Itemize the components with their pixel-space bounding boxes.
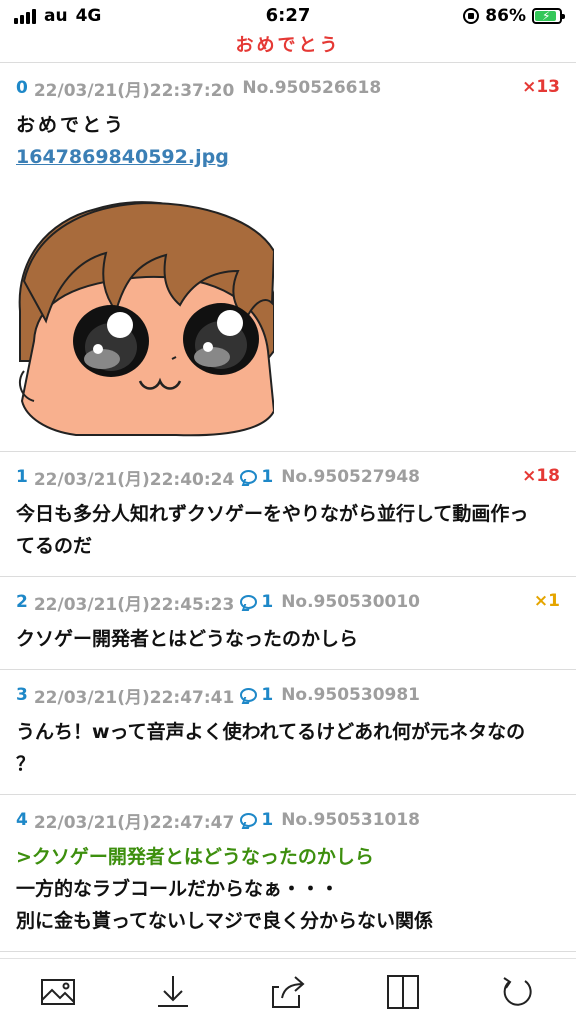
status-bar: au 4G 6:27 86% ⚡ (0, 0, 576, 30)
file-link[interactable]: 1647869840592.jpg (16, 141, 229, 173)
post-text-line: 一方的なラブコールだからなぁ・・・ (16, 878, 340, 900)
post-header: 4 22/03/21(月)22:47:47 1 No.950531018 (16, 809, 560, 833)
post-number[interactable]: 0 (16, 78, 28, 98)
battery-level: ⚡ (535, 9, 556, 23)
post-body: おめでとう 1647869840592.jpg (16, 109, 560, 173)
post-3[interactable]: 3 22/03/21(月)22:47:41 1 No.950530981 うんち… (0, 670, 576, 795)
image-icon (40, 978, 75, 1005)
cartoon-face-image[interactable] (16, 191, 274, 437)
post-number[interactable]: 2 (16, 592, 28, 612)
battery-charging-icon: ⚡ (532, 8, 565, 24)
post-text-line: クソゲー開発者とはどうなったのかしら (16, 628, 359, 650)
reply-bubble-icon[interactable] (240, 470, 258, 484)
reload-icon (503, 976, 533, 1006)
split-view-icon (387, 974, 420, 1009)
reply-count[interactable]: 1 (261, 592, 273, 612)
post-text-line: うんち！wって音声よく使われてるけどあれ何が元ネタなの (16, 721, 526, 743)
thread-list[interactable]: 0 22/03/21(月)22:37:20 No.950526618 ×13 お… (0, 62, 576, 958)
post-number[interactable]: 1 (16, 467, 28, 487)
download-icon (157, 975, 188, 1007)
likes-count[interactable]: ×13 (522, 77, 560, 97)
post-datetime: 22/03/21(月)22:37:20 (33, 80, 235, 101)
split-view-button[interactable] (346, 959, 461, 1024)
post-header: 2 22/03/21(月)22:45:23 1 No.950530010 ×1 (16, 591, 560, 615)
post-header: 3 22/03/21(月)22:47:41 1 No.950530981 (16, 684, 560, 708)
post-header: 1 22/03/21(月)22:40:24 1 No.950527948 ×18 (16, 466, 560, 490)
battery-percent: 86% (485, 6, 526, 26)
post-1[interactable]: 1 22/03/21(月)22:40:24 1 No.950527948 ×18… (0, 452, 576, 577)
reply-count[interactable]: 1 (261, 810, 273, 830)
post-datetime: 22/03/21(月)22:40:24 (33, 469, 235, 490)
reply-bubble-icon[interactable] (240, 813, 258, 827)
share-icon (272, 975, 305, 1008)
likes-count[interactable]: ×1 (534, 591, 560, 611)
likes-count[interactable]: ×18 (522, 466, 560, 486)
post-id[interactable]: No.950526618 (242, 78, 381, 98)
post-header: 0 22/03/21(月)22:37:20 No.950526618 ×13 (16, 77, 560, 101)
post-datetime: 22/03/21(月)22:47:41 (33, 687, 235, 708)
orientation-lock-icon (463, 8, 480, 24)
reply-count[interactable]: 1 (261, 685, 273, 705)
reload-button[interactable] (461, 959, 576, 1024)
status-right: 86% ⚡ (463, 6, 565, 26)
bottom-toolbar (0, 958, 576, 1024)
post-text-line: おめでとう (16, 114, 127, 136)
share-button[interactable] (230, 959, 345, 1024)
reply-bubble-icon[interactable] (240, 595, 258, 609)
post-body: 今日も多分人知れずクソゲーをやりながら並行して動画作っ てるのだ (16, 498, 560, 562)
post-body: >クソゲー開発者とはどうなったのかしら 一方的なラブコールだからなぁ・・・ 別に… (16, 841, 560, 937)
post-id[interactable]: No.950530981 (281, 685, 420, 705)
post-id[interactable]: No.950530010 (281, 592, 420, 612)
post-0[interactable]: 0 22/03/21(月)22:37:20 No.950526618 ×13 お… (0, 63, 576, 452)
thread-title: おめでとう (235, 35, 341, 56)
reply-count[interactable]: 1 (261, 467, 273, 487)
image-button[interactable] (0, 959, 115, 1024)
post-datetime: 22/03/21(月)22:45:23 (33, 594, 235, 615)
post-id[interactable]: No.950531018 (281, 810, 420, 830)
download-button[interactable] (115, 959, 230, 1024)
post-text-line: てるのだ (16, 535, 93, 557)
quote-line[interactable]: >クソゲー開発者とはどうなったのかしら (16, 841, 560, 873)
post-body: うんち！wって音声よく使われてるけどあれ何が元ネタなの ？ (16, 716, 560, 780)
post-number[interactable]: 4 (16, 810, 28, 830)
post-text-line: ？ (16, 753, 36, 775)
post-number[interactable]: 3 (16, 685, 28, 705)
post-text-line: 今日も多分人知れずクソゲーをやりながら並行して動画作っ (16, 503, 529, 525)
post-2[interactable]: 2 22/03/21(月)22:45:23 1 No.950530010 ×1 … (0, 577, 576, 670)
post-text-line: 別に金も貰ってないしマジで良く分からない関係 (16, 910, 434, 932)
post-datetime: 22/03/21(月)22:47:47 (33, 812, 235, 833)
post-id[interactable]: No.950527948 (281, 467, 420, 487)
post-body: クソゲー開発者とはどうなったのかしら (16, 623, 560, 655)
post-4[interactable]: 4 22/03/21(月)22:47:47 1 No.950531018 >クソ… (0, 795, 576, 952)
reply-bubble-icon[interactable] (240, 688, 258, 702)
